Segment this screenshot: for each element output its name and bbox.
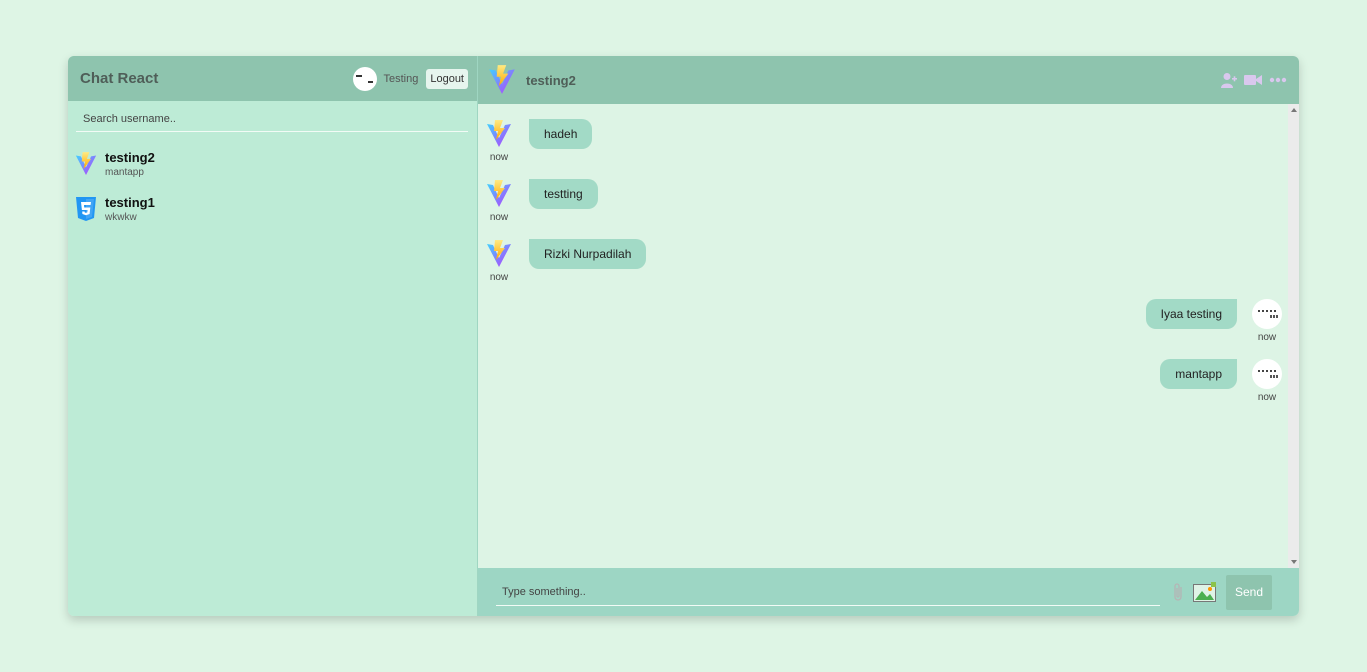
avatar: [353, 66, 378, 91]
app-title: Chat React: [80, 70, 159, 87]
sidebar-navbar: Chat React Testing Logout: [68, 56, 477, 101]
search-bar: [76, 107, 468, 132]
add-user-icon[interactable]: [1221, 72, 1237, 88]
message-time: now: [489, 272, 509, 283]
message-bubble: testting: [529, 179, 598, 209]
attach-file-icon[interactable]: [1172, 582, 1184, 602]
current-user-name: Testing: [383, 72, 419, 85]
scrollbar[interactable]: [1288, 104, 1299, 568]
vite-logo-icon: [486, 239, 512, 269]
chat-list-item[interactable]: testing1 wkwkw: [68, 186, 477, 231]
logout-button[interactable]: Logout: [426, 68, 468, 89]
messages-area[interactable]: now hadeh now testting now Rizki Nurpadi…: [478, 104, 1299, 568]
chat-header: testing2: [478, 56, 1299, 104]
message-time: now: [489, 152, 509, 163]
chat-user-name: testing2: [105, 149, 155, 165]
message-bubble: hadeh: [529, 119, 593, 149]
sidebar: Chat React Testing Logout testing2 manta…: [68, 56, 478, 616]
message: now testting: [484, 179, 1299, 223]
message-bubble: Iyaa testing: [1145, 299, 1237, 329]
chat-contact-name: testing2: [526, 72, 576, 88]
message-bubble: Rizki Nurpadilah: [529, 239, 647, 269]
vite-logo-icon: [486, 119, 512, 149]
more-options-icon[interactable]: [1269, 77, 1287, 83]
scroll-up-arrow-icon[interactable]: [1291, 108, 1297, 112]
message-owner: now mantapp: [484, 359, 1299, 403]
current-user: Testing Logout: [353, 66, 468, 91]
message-bubble: mantapp: [1160, 359, 1237, 389]
message-time: now: [1257, 392, 1277, 403]
chat-list-item[interactable]: testing2 mantapp: [68, 141, 477, 186]
video-camera-icon[interactable]: [1244, 73, 1262, 87]
vite-logo-icon: [488, 64, 516, 96]
vite-logo-icon: [486, 179, 512, 209]
chat-panel: testing2 now hadeh now testting now Rizk…: [478, 56, 1299, 616]
vite-logo-icon: [75, 151, 97, 177]
message-time: now: [489, 212, 509, 223]
chat-last-message: mantapp: [105, 166, 144, 178]
css3-logo-icon: [75, 196, 97, 222]
message: now hadeh: [484, 119, 1299, 163]
chat-list: testing2 mantapp testing1 wkwkw: [68, 132, 477, 231]
chat-user-name: testing1: [105, 194, 155, 210]
send-button[interactable]: Send: [1226, 574, 1272, 610]
avatar: [1252, 359, 1282, 389]
avatar: [1252, 299, 1282, 329]
message-owner: now Iyaa testing: [484, 299, 1299, 343]
add-image-icon[interactable]: [1193, 582, 1217, 602]
message-input[interactable]: [496, 578, 1160, 606]
chat-app-window: Chat React Testing Logout testing2 manta…: [68, 56, 1299, 616]
scroll-down-arrow-icon[interactable]: [1291, 560, 1297, 564]
message-input-bar: Send: [478, 568, 1299, 616]
search-input[interactable]: [76, 113, 468, 125]
chat-last-message: wkwkw: [105, 211, 137, 223]
message: now Rizki Nurpadilah: [484, 239, 1299, 283]
message-time: now: [1257, 332, 1277, 343]
